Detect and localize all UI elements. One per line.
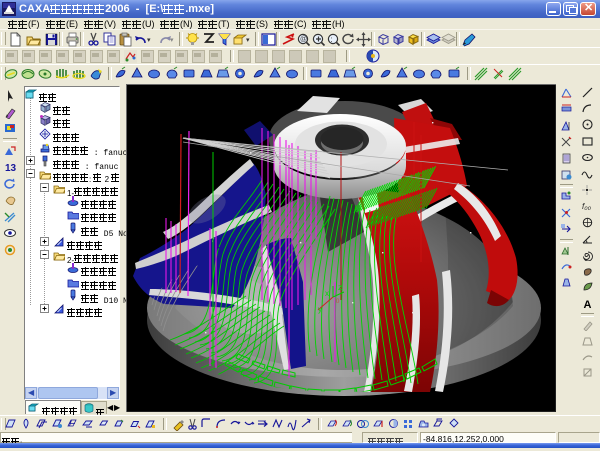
svg-text:f₀₀: f₀₀ [582,202,592,211]
svg-text:z: z [338,283,342,292]
svg-text:13: 13 [5,163,17,174]
svg-text::: : [331,35,333,44]
svg-text:x: x [325,289,329,298]
svg-text:A: A [584,299,592,310]
svg-text:y: y [318,305,322,314]
svg-text:@: @ [300,36,307,43]
